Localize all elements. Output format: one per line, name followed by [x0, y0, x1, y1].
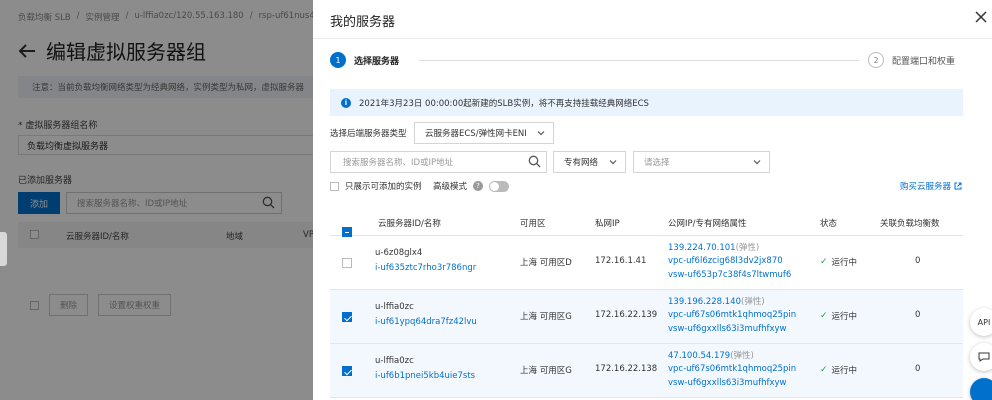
private-ip: 172.16.1.41: [595, 256, 647, 266]
help-icon[interactable]: ?: [473, 181, 484, 191]
api-button[interactable]: API: [970, 308, 992, 336]
backend-type-select[interactable]: 云服务器ECS/弹性网卡ENI: [414, 122, 554, 144]
vsw-link[interactable]: vsw-uf6gxxlls63i3mufhfxyw: [668, 378, 787, 388]
server-table: 云服务器ID/名称 可用区 私网IP 公网IP/专有网络属性 状态 关联负载均衡…: [330, 208, 963, 398]
table-row[interactable]: u-lffia0zc i-uf6b1pnei5kb4uie7sts 上海 可用区…: [330, 344, 963, 398]
check-icon: ✓: [820, 365, 828, 375]
server-name: u-lffia0zc: [375, 356, 414, 366]
table-row[interactable]: u-lffia0zc i-uf61ypq64dra7fz42lvu 上海 可用区…: [330, 290, 963, 344]
chevron-down-icon: [609, 160, 617, 165]
side-collapse-handle[interactable]: [0, 232, 7, 266]
chevron-down-icon: [537, 131, 545, 136]
buy-ecs-label: 购买云服务器: [900, 182, 952, 192]
vpc-link[interactable]: vpc-uf67s06mtk1qhmoq25pin: [668, 364, 796, 374]
private-ip: 172.16.22.139: [595, 310, 658, 320]
server-name: u-6z08glx4: [375, 248, 423, 258]
step-connector: [419, 60, 859, 61]
advanced-mode: 高级模式 ?: [433, 180, 510, 192]
chat-icon[interactable]: [970, 343, 992, 371]
step-1: 1 选择服务器: [330, 52, 399, 68]
step-label: 选择服务器: [354, 56, 400, 67]
table-header: 云服务器ID/名称 可用区 私网IP 公网IP/专有网络属性 状态 关联负载均衡…: [330, 208, 963, 237]
vsw-link[interactable]: vsw-uf6gxxlls63i3mufhfxyw: [668, 324, 787, 334]
col-header: 公网IP/专有网络属性: [668, 219, 747, 229]
step-number: 1: [330, 52, 346, 68]
backend-type-label: 选择后端服务器类型: [330, 129, 407, 139]
advanced-mode-switch[interactable]: [489, 180, 510, 192]
select-all-checkbox[interactable]: [342, 218, 352, 237]
col-header: 私网IP: [595, 219, 620, 229]
backend-type-value: 云服务器ECS/弹性网卡ENI: [425, 129, 527, 139]
buy-ecs-link[interactable]: 购买云服务器: [900, 180, 962, 192]
col-header: 可用区: [520, 219, 546, 229]
info-text: 2021年3月23日 00:00:00起新建的SLB实例，将不再支持挂载经典网络…: [359, 98, 649, 109]
server-name: u-lffia0zc: [375, 302, 414, 312]
help-float-button[interactable]: [970, 378, 992, 400]
modal-overlay[interactable]: [0, 0, 313, 400]
row-checkbox[interactable]: [342, 312, 352, 322]
vpc-select[interactable]: 请选择: [633, 151, 770, 173]
zone: 上海 可用区G: [520, 312, 572, 322]
info-bar: i 2021年3月23日 00:00:00起新建的SLB实例，将不再支持挂载经典…: [330, 89, 963, 116]
close-icon[interactable]: [974, 10, 988, 24]
zone: 上海 可用区D: [520, 258, 572, 268]
step-label: 配置端口和权重: [892, 56, 956, 67]
server-id-link[interactable]: i-uf61ypq64dra7fz42lvu: [375, 317, 477, 327]
status: ✓ 运行中: [820, 365, 858, 376]
lb-count: 0: [915, 310, 921, 320]
row-checkbox[interactable]: [342, 258, 352, 268]
external-link-icon: [954, 182, 962, 190]
lb-count: 0: [915, 256, 921, 266]
status: ✓ 运行中: [820, 257, 858, 268]
col-header: 状态: [820, 219, 838, 229]
info-icon: i: [341, 97, 351, 108]
only-addable-toggle[interactable]: 只展示可添加的实例: [330, 180, 422, 192]
check-icon: ✓: [820, 311, 828, 321]
search-icon[interactable]: [528, 155, 541, 168]
check-icon: ✓: [820, 257, 828, 267]
server-id-link[interactable]: i-uf6b1pnei5kb4uie7sts: [375, 371, 475, 381]
public-ip: 47.100.54.179(弹性): [668, 351, 754, 361]
zone: 上海 可用区G: [520, 366, 572, 376]
advanced-mode-label: 高级模式: [433, 182, 468, 192]
table-row[interactable]: u-6z08glx4 i-uf635ztc7rho3r786ngr 上海 可用区…: [330, 236, 963, 290]
col-header: 云服务器ID/名称: [378, 219, 441, 229]
public-ip: 139.224.70.101(弹性): [668, 243, 760, 253]
network-type-select[interactable]: 专有网络: [553, 151, 626, 173]
server-id-link[interactable]: i-uf635ztc7rho3r786ngr: [375, 263, 476, 273]
vpc-placeholder: 请选择: [644, 158, 670, 168]
chevron-down-icon: [753, 160, 761, 165]
only-addable-label: 只展示可添加的实例: [345, 182, 422, 192]
step-number: 2: [868, 52, 884, 68]
private-ip: 172.16.22.138: [595, 364, 658, 374]
only-addable-checkbox[interactable]: [330, 181, 339, 191]
lb-count: 0: [915, 364, 921, 374]
network-type-value: 专有网络: [564, 158, 599, 168]
server-drawer: 我的服务器 1 选择服务器 2 配置端口和权重 i 2021年3月23日 00:…: [313, 0, 992, 400]
step-2: 2 配置端口和权重: [868, 52, 955, 68]
server-search-input[interactable]: 搜索服务器名称、ID或IP地址: [330, 151, 547, 173]
vpc-link[interactable]: vpc-uf67s06mtk1qhmoq25pin: [668, 310, 796, 320]
col-header: 关联负载均衡数: [880, 219, 940, 229]
public-ip: 139.196.228.140(弹性): [668, 297, 765, 307]
drawer-title: 我的服务器: [330, 15, 396, 30]
row-checkbox[interactable]: [342, 366, 352, 376]
divider: [313, 38, 992, 39]
vpc-link[interactable]: vpc-uf6l6zcig68l3dv2jx870: [668, 256, 783, 266]
status: ✓ 运行中: [820, 311, 858, 322]
vsw-link[interactable]: vsw-uf653p7c38f4s7ltwmuf6: [668, 270, 791, 280]
